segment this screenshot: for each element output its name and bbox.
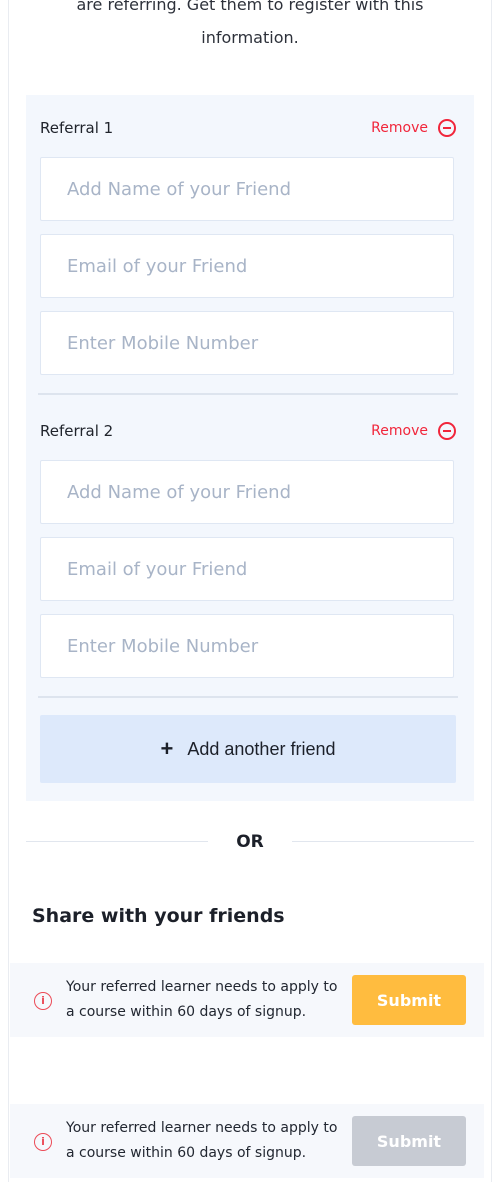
referral-1-email-field[interactable] bbox=[40, 234, 454, 298]
info-icon: i bbox=[34, 992, 52, 1010]
submit-button-disabled[interactable]: Submit bbox=[352, 1116, 466, 1166]
or-separator: OR bbox=[26, 828, 474, 856]
referral-1-name-field[interactable] bbox=[40, 157, 454, 221]
referral-2-mobile-field[interactable] bbox=[40, 614, 454, 678]
submit-bar-disabled: i Your referred learner needs to apply t… bbox=[10, 1104, 484, 1178]
remove-label: Remove bbox=[371, 423, 428, 439]
submit-button-active[interactable]: Submit bbox=[352, 975, 466, 1025]
referral-2-email-field[interactable] bbox=[40, 537, 454, 601]
referral-2-header: Referral 2 Remove bbox=[40, 419, 458, 443]
or-line-right bbox=[292, 841, 474, 842]
referral-2-name-input[interactable] bbox=[41, 461, 453, 523]
referral-1-email-input[interactable] bbox=[41, 235, 453, 297]
referral-page: are referring. Get them to register with… bbox=[0, 0, 500, 1182]
info-icon: i bbox=[34, 1133, 52, 1151]
referral-1-mobile-field[interactable] bbox=[40, 311, 454, 375]
submit-bar-active: i Your referred learner needs to apply t… bbox=[10, 963, 484, 1037]
remove-label: Remove bbox=[371, 120, 428, 136]
plus-icon: + bbox=[160, 736, 174, 761]
notice-text: Your referred learner needs to apply to … bbox=[66, 979, 338, 1020]
referral-2-mobile-input[interactable] bbox=[41, 615, 453, 677]
referral-divider-1 bbox=[38, 393, 458, 395]
referral-1-name-input[interactable] bbox=[41, 158, 453, 220]
intro-text: are referring. Get them to register with… bbox=[76, 0, 424, 47]
referral-1-remove-button[interactable]: Remove bbox=[371, 116, 456, 140]
referral-1-header: Referral 1 Remove bbox=[40, 116, 458, 140]
referrals-panel: Referral 1 Remove Referral 2 Remove bbox=[26, 95, 474, 801]
minus-circle-icon bbox=[438, 119, 456, 137]
referral-2-name-field[interactable] bbox=[40, 460, 454, 524]
share-title: Share with your friends bbox=[32, 905, 285, 927]
referral-2-title: Referral 2 bbox=[40, 422, 114, 440]
minus-circle-icon bbox=[438, 422, 456, 440]
referral-1-mobile-input[interactable] bbox=[41, 312, 453, 374]
frame-right-edge bbox=[491, 0, 492, 1182]
add-another-friend-button[interactable]: + Add another friend bbox=[40, 715, 456, 783]
referral-2-remove-button[interactable]: Remove bbox=[371, 419, 456, 443]
add-friend-label: Add another friend bbox=[187, 739, 336, 759]
or-label: OR bbox=[236, 832, 264, 852]
notice-text: Your referred learner needs to apply to … bbox=[66, 1120, 338, 1161]
referral-1-title: Referral 1 bbox=[40, 119, 114, 137]
referral-2-email-input[interactable] bbox=[41, 538, 453, 600]
referral-divider-2 bbox=[38, 696, 458, 698]
frame-left-edge bbox=[8, 0, 9, 1182]
